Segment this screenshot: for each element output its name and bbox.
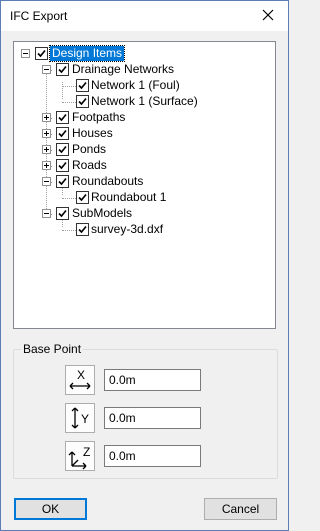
- tree-label-roads[interactable]: Roads: [70, 158, 109, 173]
- roundabout-1-checkbox[interactable]: [76, 191, 89, 204]
- checkmark-icon: [78, 81, 87, 90]
- expand-toggle[interactable]: [42, 161, 51, 170]
- close-icon: [262, 9, 274, 24]
- z-axis-icon: Z: [68, 445, 90, 470]
- ifc-export-dialog: IFC Export Design Items Drainage Network…: [0, 0, 289, 531]
- network-foul-checkbox[interactable]: [76, 79, 89, 92]
- close-button[interactable]: [248, 1, 288, 31]
- footpaths-checkbox[interactable]: [56, 111, 69, 124]
- roads-checkbox[interactable]: [56, 159, 69, 172]
- expand-toggle[interactable]: [42, 129, 51, 138]
- tree-label-survey-3d[interactable]: survey-3d.dxf: [89, 222, 165, 237]
- collapse-toggle[interactable]: [42, 209, 51, 218]
- tree-connector: [62, 82, 63, 99]
- z-coordinate-input[interactable]: [104, 445, 201, 467]
- roundabouts-checkbox[interactable]: [56, 175, 69, 188]
- tree-label-design-items[interactable]: Design Items: [48, 45, 126, 62]
- checkmark-icon: [58, 129, 67, 138]
- checkmark-icon: [58, 65, 67, 74]
- pick-x-button[interactable]: X: [65, 365, 95, 395]
- checkmark-icon: [37, 49, 46, 58]
- tree-label-network-surface[interactable]: Network 1 (Surface): [89, 94, 200, 109]
- collapse-toggle[interactable]: [42, 65, 51, 74]
- svg-text:X: X: [77, 368, 85, 382]
- expand-toggle[interactable]: [42, 145, 51, 154]
- tree-label-network-foul[interactable]: Network 1 (Foul): [89, 78, 182, 93]
- window-title: IFC Export: [10, 9, 68, 23]
- houses-checkbox[interactable]: [56, 127, 69, 140]
- drainage-networks-checkbox[interactable]: [56, 63, 69, 76]
- checkmark-icon: [78, 225, 87, 234]
- x-axis-icon: X: [69, 368, 91, 390]
- x-coordinate-input[interactable]: [104, 369, 201, 391]
- tree-connector: [62, 86, 76, 87]
- svg-text:Y: Y: [81, 412, 89, 426]
- tree-connector: [62, 102, 76, 103]
- pick-y-button[interactable]: Y: [65, 403, 95, 433]
- submodels-checkbox[interactable]: [56, 207, 69, 220]
- tree-label-ponds[interactable]: Ponds: [70, 142, 108, 157]
- checkmark-icon: [58, 209, 67, 218]
- tree-label-roundabout-1[interactable]: Roundabout 1: [89, 190, 168, 205]
- design-items-checkbox[interactable]: [35, 47, 48, 60]
- checkmark-icon: [78, 97, 87, 106]
- tree-connector: [62, 198, 76, 199]
- ponds-checkbox[interactable]: [56, 143, 69, 156]
- survey-3d-checkbox[interactable]: [76, 223, 89, 236]
- checkmark-icon: [58, 113, 67, 122]
- design-items-tree[interactable]: Design Items Drainage Networks Network 1…: [13, 41, 276, 329]
- pick-z-button[interactable]: Z: [65, 441, 95, 471]
- tree-connector: [46, 66, 47, 211]
- checkmark-icon: [78, 193, 87, 202]
- title-bar: IFC Export: [1, 1, 288, 31]
- cancel-button[interactable]: Cancel: [204, 498, 277, 520]
- checkmark-icon: [58, 161, 67, 170]
- collapse-toggle[interactable]: [42, 177, 51, 186]
- tree-label-houses[interactable]: Houses: [70, 126, 115, 141]
- tree-label-footpaths[interactable]: Footpaths: [70, 110, 127, 125]
- tree-label-drainage-networks[interactable]: Drainage Networks: [70, 62, 176, 77]
- collapse-toggle[interactable]: [21, 49, 30, 58]
- y-axis-icon: Y: [71, 407, 89, 429]
- network-surface-checkbox[interactable]: [76, 95, 89, 108]
- base-point-label: Base Point: [21, 342, 84, 356]
- expand-toggle[interactable]: [42, 113, 51, 122]
- svg-text:Z: Z: [83, 445, 90, 459]
- checkmark-icon: [58, 177, 67, 186]
- checkmark-icon: [58, 145, 67, 154]
- tree-label-roundabouts[interactable]: Roundabouts: [70, 174, 145, 189]
- y-coordinate-input[interactable]: [104, 407, 201, 429]
- tree-connector: [62, 230, 76, 231]
- ok-button[interactable]: OK: [14, 498, 87, 520]
- tree-label-submodels[interactable]: SubModels: [70, 206, 134, 221]
